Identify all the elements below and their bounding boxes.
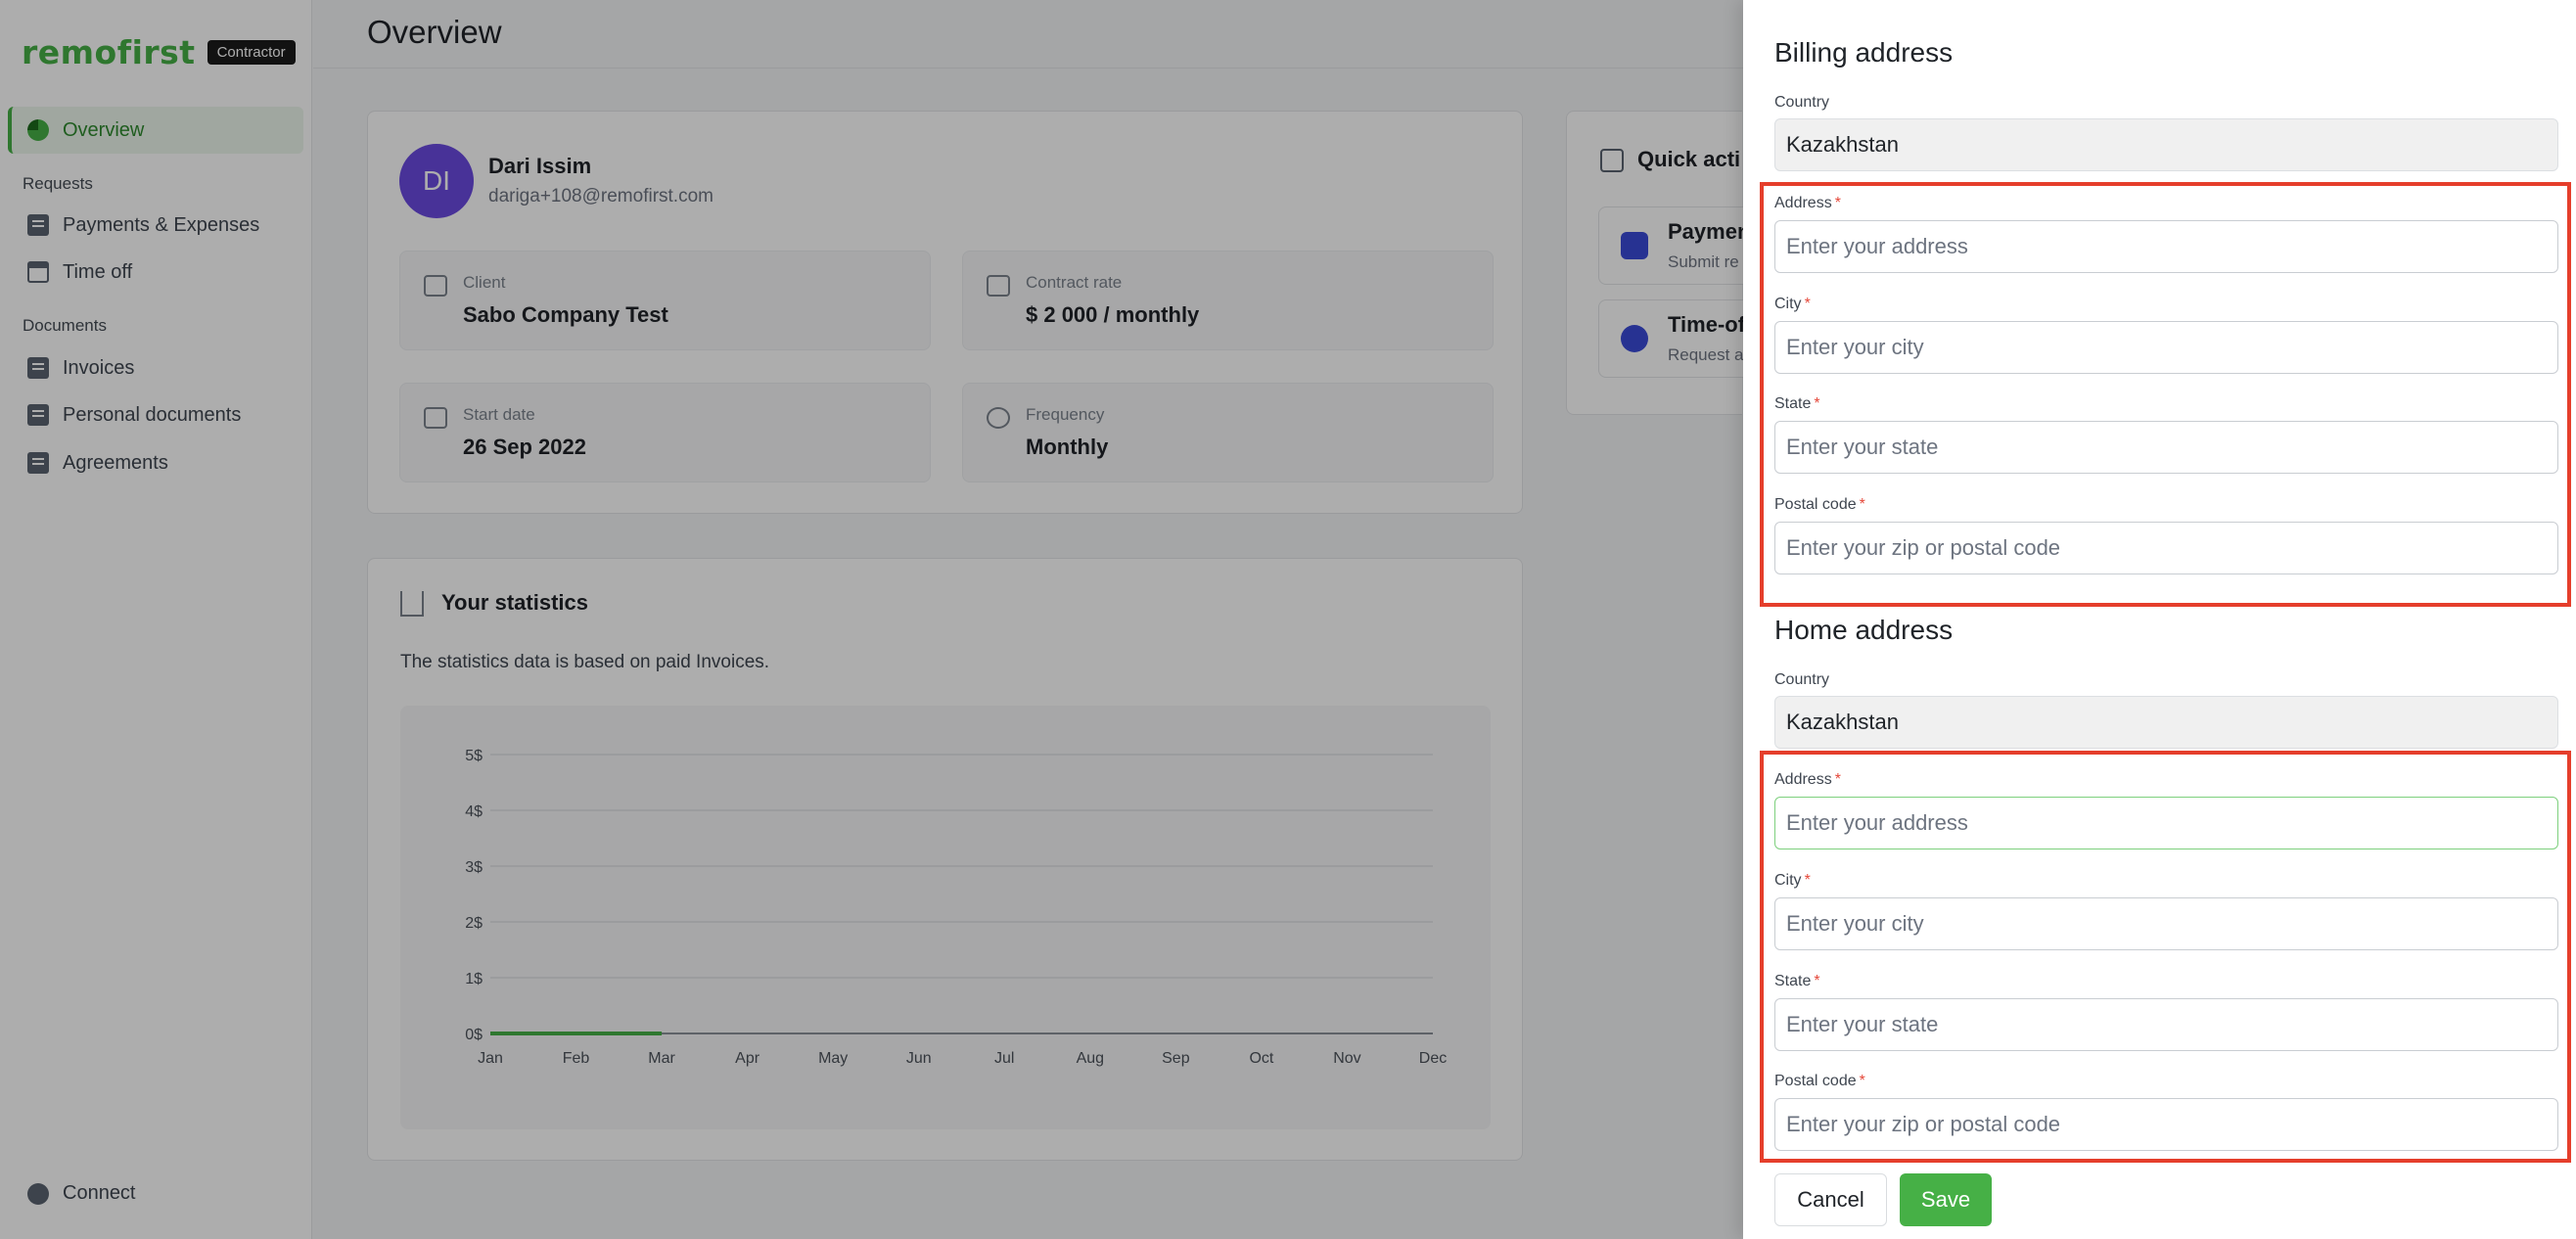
home-postal-input[interactable] (1774, 1098, 2558, 1151)
home-address-title: Home address (1774, 615, 1954, 645)
billing-country-field: Kazakhstan (1774, 118, 2558, 171)
modal-overlay[interactable] (0, 0, 1743, 1239)
home-state-label: State * (1774, 973, 1820, 989)
home-country-field: Kazakhstan (1774, 696, 2558, 749)
billing-city-input[interactable] (1774, 321, 2558, 374)
billing-state-input[interactable] (1774, 421, 2558, 474)
billing-state-label: State * (1774, 395, 1820, 412)
billing-city-label: City * (1774, 296, 1811, 312)
billing-address-title: Billing address (1774, 37, 1954, 68)
billing-postal-input[interactable] (1774, 522, 2558, 574)
home-address-label: Address * (1774, 771, 1841, 788)
cancel-button[interactable]: Cancel (1774, 1173, 1887, 1226)
home-postal-label: Postal code * (1774, 1073, 1865, 1089)
billing-address-label: Address * (1774, 195, 1841, 211)
home-address-input[interactable] (1774, 797, 2558, 849)
home-city-input[interactable] (1774, 897, 2558, 950)
billing-postal-label: Postal code * (1774, 496, 1865, 513)
billing-country-label: Country (1774, 94, 1830, 111)
address-drawer: Billing address Country Kazakhstan Addre… (1743, 0, 2576, 1239)
save-button[interactable]: Save (1900, 1173, 1992, 1226)
billing-address-input[interactable] (1774, 220, 2558, 273)
home-country-label: Country (1774, 671, 1830, 688)
home-state-input[interactable] (1774, 998, 2558, 1051)
home-city-label: City * (1774, 872, 1811, 889)
